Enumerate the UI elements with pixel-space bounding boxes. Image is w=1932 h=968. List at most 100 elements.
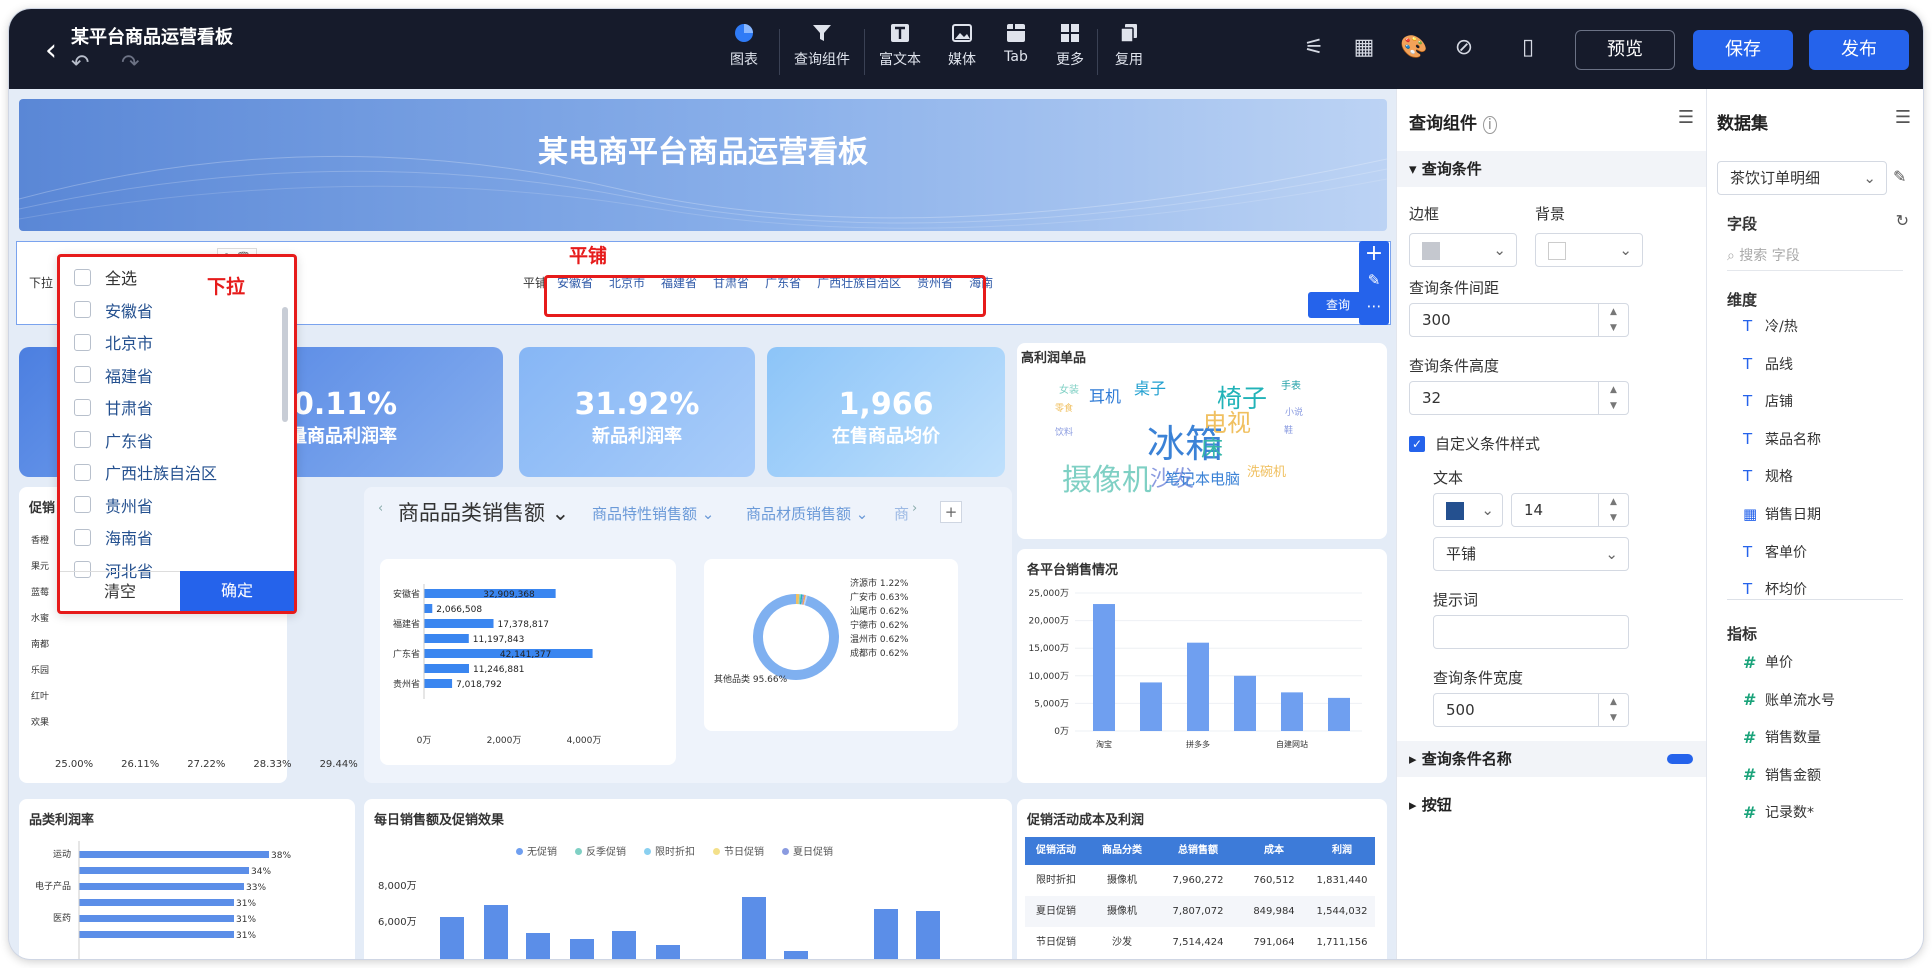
checkbox[interactable] bbox=[74, 366, 91, 383]
stepper-icon[interactable]: ▲ ▼ bbox=[1598, 694, 1628, 726]
tool-query[interactable]: 查询组件 bbox=[780, 17, 864, 75]
dropdown-option[interactable]: 广西壮族自治区 bbox=[74, 460, 217, 484]
color-swatch bbox=[1446, 501, 1464, 520]
tab-item[interactable]: 商品特性销售额 ⌄ bbox=[592, 503, 714, 524]
palette-icon[interactable]: 🎨 bbox=[1399, 33, 1429, 63]
dimension-field[interactable]: T 客单价 bbox=[1743, 542, 1807, 562]
clear-button[interactable]: 清空 bbox=[60, 571, 180, 611]
dropdown-popup[interactable]: 全选 安徽省 北京市 福建省 甘肃省 广东省 广西壮族自治区 贵州省 海南省 河北省 清空 确定 bbox=[57, 254, 297, 614]
dropdown-option[interactable]: 甘肃省 bbox=[74, 395, 153, 419]
dropdown-option[interactable]: 全选 bbox=[74, 265, 137, 289]
layout-select[interactable]: 平铺 ⌄ bbox=[1433, 537, 1629, 571]
info-icon[interactable]: i bbox=[1482, 116, 1497, 134]
dropdown-option[interactable]: 贵州省 bbox=[74, 493, 153, 517]
redo-icon[interactable]: ↷ bbox=[121, 51, 139, 76]
stepper-icon[interactable]: ▲ ▼ bbox=[1598, 382, 1628, 414]
metric-field[interactable]: # 销售金额 bbox=[1743, 765, 1821, 785]
checkbox[interactable] bbox=[74, 398, 91, 416]
dropdown-option[interactable]: 安徽省 bbox=[74, 298, 153, 322]
category-label: 贵州省 bbox=[393, 678, 420, 690]
table-cell: 摄像机 bbox=[1107, 906, 1137, 917]
dimension-field[interactable]: T 规格 bbox=[1743, 466, 1793, 486]
metric-field[interactable]: # 账单流水号 bbox=[1743, 690, 1835, 710]
refresh-icon[interactable]: ↻ bbox=[1896, 211, 1909, 230]
tab-item[interactable]: 商 bbox=[894, 503, 909, 524]
width-input[interactable]: 500 ▲ ▼ bbox=[1433, 693, 1629, 727]
bg-color-select[interactable]: ⌄ bbox=[1535, 233, 1643, 267]
dataset-select[interactable]: 茶饮订单明细 ⌄ bbox=[1717, 161, 1887, 195]
dimension-field[interactable]: ▦ 销售日期 bbox=[1743, 504, 1821, 524]
checkbox[interactable] bbox=[74, 463, 91, 481]
checkbox[interactable] bbox=[74, 496, 91, 513]
height-input[interactable]: 32 ▲ ▼ bbox=[1409, 381, 1629, 415]
metric-field[interactable]: # 单价 bbox=[1743, 652, 1793, 672]
hint-input[interactable] bbox=[1433, 615, 1629, 649]
edit-icon[interactable]: ✎ bbox=[1893, 167, 1906, 186]
tool-label: 富文本 bbox=[879, 52, 921, 68]
dropdown-option[interactable]: 北京市 bbox=[74, 330, 153, 354]
tool-media[interactable]: 媒体 bbox=[935, 17, 989, 75]
publish-button[interactable]: 发布 bbox=[1809, 30, 1909, 70]
edit-icon[interactable]: ✎ bbox=[1359, 267, 1389, 293]
tab-active[interactable]: 商品品类销售额 ⌄ bbox=[398, 497, 569, 527]
category-label: 运动 bbox=[53, 849, 71, 860]
checkbox[interactable] bbox=[74, 528, 91, 546]
dimension-field[interactable]: T 菜品名称 bbox=[1743, 429, 1821, 449]
stepper-icon[interactable]: ▲ ▼ bbox=[1598, 494, 1628, 526]
dimension-field[interactable]: T 品线 bbox=[1743, 354, 1793, 374]
confirm-button[interactable]: 确定 bbox=[180, 571, 294, 611]
text-color-select[interactable]: ⌄ bbox=[1433, 493, 1503, 527]
preview-button[interactable]: 预览 bbox=[1575, 30, 1675, 70]
table-cell: 1,711,156 bbox=[1316, 937, 1368, 948]
checkbox[interactable] bbox=[74, 301, 91, 318]
option-label: 海南省 bbox=[105, 529, 154, 548]
field-search[interactable]: ⌕ 搜索 字段 bbox=[1727, 241, 1903, 271]
component-side-tools[interactable]: + ✎ ⋯ bbox=[1359, 241, 1389, 325]
dropdown-option[interactable]: 广东省 bbox=[74, 428, 153, 452]
more-icon[interactable]: ⋯ bbox=[1359, 293, 1389, 319]
checkbox[interactable] bbox=[74, 268, 91, 286]
font-size-input[interactable]: 14 ▲ ▼ bbox=[1511, 493, 1629, 527]
dimension-field[interactable]: T 冷/热 bbox=[1743, 316, 1798, 336]
add-icon[interactable]: + bbox=[1359, 241, 1389, 267]
undo-icon[interactable]: ↶ bbox=[71, 51, 89, 76]
dropdown-option[interactable]: 福建省 bbox=[74, 363, 153, 387]
tool-chart[interactable]: 图表 bbox=[709, 17, 779, 75]
gap-input[interactable]: 300 ▲ ▼ bbox=[1409, 303, 1629, 337]
checkbox[interactable] bbox=[74, 431, 91, 448]
save-button[interactable]: 保存 bbox=[1693, 30, 1793, 70]
platform-bar-chart: 25,000万 20,000万 15,000万 10,000万 5,000万 0万淘宝 拼多… bbox=[1029, 589, 1362, 749]
dropdown-option[interactable]: 海南省 bbox=[74, 525, 153, 549]
eye-off-icon[interactable]: ⊘ bbox=[1449, 33, 1479, 63]
next-icon[interactable]: › bbox=[912, 501, 917, 516]
sliders-icon[interactable]: ⚟ bbox=[1299, 33, 1329, 63]
field-label: 杯均价 bbox=[1765, 582, 1807, 599]
section-conditions[interactable]: ▾ 查询条件 bbox=[1397, 151, 1707, 187]
dimension-field[interactable]: T 杯均价 bbox=[1743, 579, 1807, 599]
tool-more[interactable]: 更多 bbox=[1043, 17, 1097, 75]
mobile-icon[interactable]: ▯ bbox=[1513, 33, 1543, 63]
border-color-select[interactable]: ⌄ bbox=[1409, 233, 1517, 267]
toggle-switch[interactable] bbox=[1667, 754, 1693, 764]
menu-icon[interactable]: ☰ bbox=[1895, 107, 1911, 128]
section-button[interactable]: ▸ 按钮 bbox=[1397, 787, 1707, 823]
layout-icon[interactable]: ▦ bbox=[1349, 33, 1379, 63]
gap-label: 查询条件间距 bbox=[1409, 279, 1500, 297]
stepper-icon[interactable]: ▲ ▼ bbox=[1598, 304, 1628, 336]
add-tab-button[interactable]: + bbox=[940, 501, 962, 523]
prev-icon[interactable]: ‹ bbox=[378, 501, 383, 516]
metric-field[interactable]: # 记录数* bbox=[1743, 802, 1814, 822]
tool-reuse[interactable]: 复用 bbox=[1098, 17, 1160, 75]
tool-richtext[interactable]: 富文本 bbox=[865, 17, 935, 75]
tab-item[interactable]: 商品材质销售额 ⌄ bbox=[746, 503, 868, 524]
custom-style-checkbox[interactable]: ✓ 自定义条件样式 bbox=[1409, 433, 1540, 454]
back-icon[interactable]: ‹ bbox=[31, 31, 71, 71]
checkbox[interactable] bbox=[74, 333, 91, 351]
dimension-field[interactable]: T 店铺 bbox=[1743, 391, 1793, 411]
input-value: 500 bbox=[1446, 701, 1475, 719]
scrollbar[interactable] bbox=[282, 307, 288, 422]
metric-field[interactable]: # 销售数量 bbox=[1743, 727, 1821, 747]
menu-icon[interactable]: ☰ bbox=[1678, 107, 1694, 128]
tool-tab[interactable]: Tab bbox=[989, 17, 1043, 75]
section-name[interactable]: ▸ 查询条件名称 bbox=[1397, 741, 1707, 777]
